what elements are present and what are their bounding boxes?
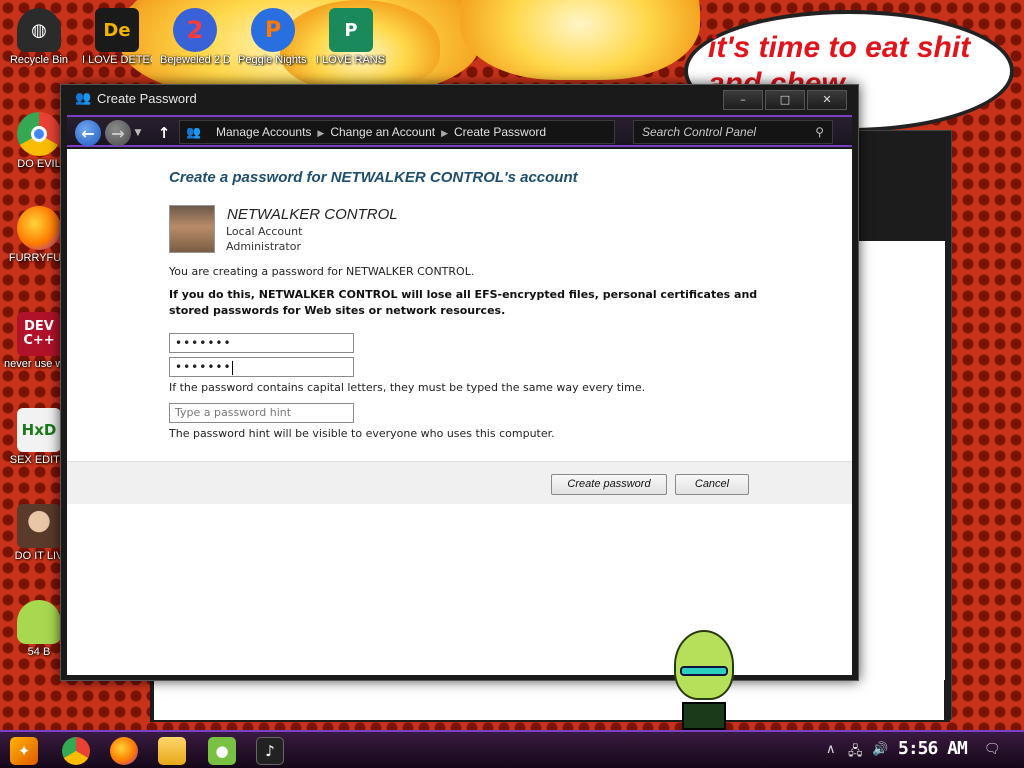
password-hint-field[interactable]: Type a password hint — [169, 403, 354, 423]
account-name: NETWALKER CONTROL — [227, 206, 398, 223]
close-button[interactable]: ✕ — [807, 90, 847, 110]
account-type: Local Account — [226, 225, 303, 238]
firefox-icon[interactable] — [110, 737, 138, 765]
create-password-window: 👥 Create Password – □ ✕ ← → ▼ ↑ 👥 Manage… — [60, 84, 859, 681]
search-icon[interactable]: ⚲ — [815, 121, 824, 143]
breadcrumb-separator-icon: ▶ — [441, 128, 448, 138]
devcpp-icon: DEV C++ — [17, 312, 61, 356]
new-password-field[interactable]: ••••••• — [169, 333, 354, 353]
publisher-icon: P — [329, 8, 373, 52]
hint-note: The password hint will be visible to eve… — [169, 427, 555, 440]
address-bar: ← → ▼ ↑ 👥 Manage Accounts ▶ Change an Acco… — [67, 115, 852, 147]
button-bar: Create password Cancel — [67, 461, 852, 504]
desktop-icon-peggle[interactable]: P Peggle Nights Deluxe — [238, 8, 308, 66]
control-panel-icon: 👥 — [186, 125, 201, 139]
arrow-right-icon: → — [111, 123, 125, 143]
recycle-bin-icon: ◍ — [17, 8, 61, 52]
desktop-icon-bejeweled[interactable]: 2 Bejeweled 2 Deluxe — [160, 8, 230, 66]
chrome-icon[interactable] — [62, 737, 90, 765]
confirm-password-field[interactable]: ••••••• — [169, 357, 354, 377]
minimize-button[interactable]: – — [723, 90, 763, 110]
breadcrumb-separator-icon: ▶ — [317, 128, 325, 138]
clock[interactable]: 5:56 AM — [898, 738, 968, 759]
media-icon[interactable]: ♪ — [256, 737, 284, 765]
desktop-icon-ransomware[interactable]: P I LOVE RANSOMWARE — [316, 8, 386, 66]
users-icon: 👥 — [75, 91, 92, 106]
portrait-icon — [17, 504, 61, 548]
background-window[interactable] — [852, 130, 952, 720]
account-role: Administrator — [226, 240, 301, 253]
cancel-button[interactable]: Cancel — [675, 474, 749, 495]
window-title: Create Password — [97, 91, 197, 106]
content-pane: Create a password for NETWALKER CONTROL'… — [67, 149, 852, 675]
background-window-pane — [857, 241, 945, 717]
breadcrumb-create-password[interactable]: Create Password — [454, 125, 546, 139]
chrome-icon — [17, 112, 61, 156]
text-caret — [231, 360, 233, 375]
recent-pages-button[interactable]: ▼ — [131, 120, 145, 146]
network-icon[interactable]: 🖧 — [848, 742, 863, 764]
forward-button[interactable]: → — [105, 120, 131, 146]
breadcrumb-change-account[interactable]: Change an Account — [330, 125, 435, 139]
breadcrumb-manage-accounts[interactable]: Manage Accounts — [216, 125, 311, 139]
peggle-icon: P — [251, 8, 295, 52]
file-explorer-icon[interactable] — [158, 737, 186, 765]
desktop-icon-detecting[interactable]: De I LOVE DETECTING — [82, 8, 152, 66]
up-button[interactable]: ↑ — [151, 120, 177, 146]
back-button[interactable]: ← — [75, 120, 101, 146]
page-title: Create a password for NETWALKER CONTROL'… — [169, 169, 578, 186]
account-avatar — [169, 205, 215, 253]
firefox-icon — [17, 206, 61, 250]
desktop-icon-recycle-bin[interactable]: ◍ Recycle Bin — [4, 8, 74, 66]
start-icon[interactable]: ✦ — [10, 737, 38, 765]
background-window-bottom[interactable] — [150, 680, 950, 722]
bejeweled-icon: 2 — [173, 8, 217, 52]
peridot-character — [664, 630, 744, 730]
volume-icon[interactable]: 🔊 — [872, 742, 888, 757]
maximize-button[interactable]: □ — [765, 90, 805, 110]
background-window-bottom-pane — [154, 680, 944, 720]
warning-text: If you do this, NETWALKER CONTROL will l… — [169, 288, 758, 317]
arrow-left-icon: ← — [81, 123, 95, 143]
de-icon: De — [95, 8, 139, 52]
arrow-up-icon: ↑ — [157, 124, 171, 142]
title-bar[interactable]: 👥 Create Password – □ ✕ — [61, 85, 858, 113]
notifications-icon[interactable]: 🗨 — [984, 742, 1001, 757]
flame-decoration — [460, 0, 700, 80]
peridot-icon — [17, 600, 61, 644]
breadcrumb: 👥 Manage Accounts ▶ Change an Account ▶ Crea… — [179, 120, 615, 144]
intro-text: You are creating a password for NETWALKE… — [169, 265, 475, 278]
chevron-down-icon: ▼ — [134, 128, 142, 138]
hxd-icon: HxD — [17, 408, 61, 452]
case-note: If the password contains capital letters… — [169, 381, 646, 394]
taskbar: ✦ ● ♪ ∧ 🖧 🔊 5:56 AM 🗨 — [0, 730, 1024, 768]
create-password-button[interactable]: Create password — [551, 474, 667, 495]
angry-birds-icon[interactable]: ● — [208, 737, 236, 765]
search-input[interactable]: Search Control Panel ⚲ — [633, 120, 833, 144]
show-hidden-icons[interactable]: ∧ — [826, 742, 836, 757]
